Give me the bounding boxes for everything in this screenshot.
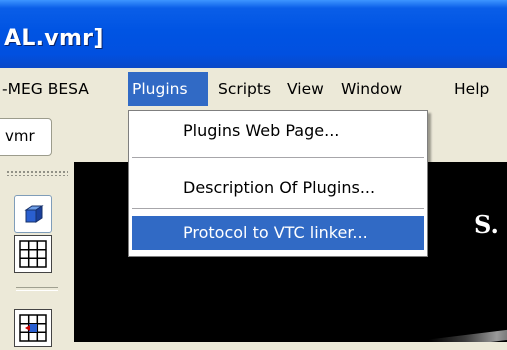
menu-separator [132,208,424,209]
menu-window[interactable]: Window [337,72,406,106]
document-tab[interactable]: vmr [0,118,52,156]
3d-box-icon [24,205,44,223]
menu-plugins[interactable]: Plugins [128,72,208,106]
menu-bar: -MEG BESA Plugins Scripts View Window He… [0,68,507,110]
selection-icon [19,314,47,342]
toolbar-separator [16,287,58,291]
menu-item-description-of-plugins[interactable]: Description Of Plugins... [132,171,424,205]
toolbar-grip[interactable] [6,170,68,176]
menu-view[interactable]: View [283,72,328,106]
window-title: AL.vmr] [4,26,104,51]
left-toolbar [0,162,74,347]
menu-meg-besa[interactable]: -MEG BESA [0,72,93,106]
plugins-dropdown-menu: Plugins Web Page... Description Of Plugi… [128,110,428,257]
document-tab-label: vmr [5,127,35,145]
menu-help[interactable]: Help [450,72,493,106]
menu-item-protocol-to-vtc-linker[interactable]: Protocol to VTC linker... [132,216,424,250]
grid-view-button[interactable] [14,235,52,273]
viewer-overlay-text: S. [474,210,499,239]
image-streak [428,328,507,342]
menu-separator [132,157,424,158]
selection-tool-button[interactable] [14,309,52,347]
title-bar: AL.vmr] [0,0,507,68]
grid-icon [19,240,47,268]
menu-item-plugins-web-page[interactable]: Plugins Web Page... [132,114,424,148]
menu-scripts[interactable]: Scripts [214,72,275,106]
3d-view-button[interactable] [14,195,52,233]
